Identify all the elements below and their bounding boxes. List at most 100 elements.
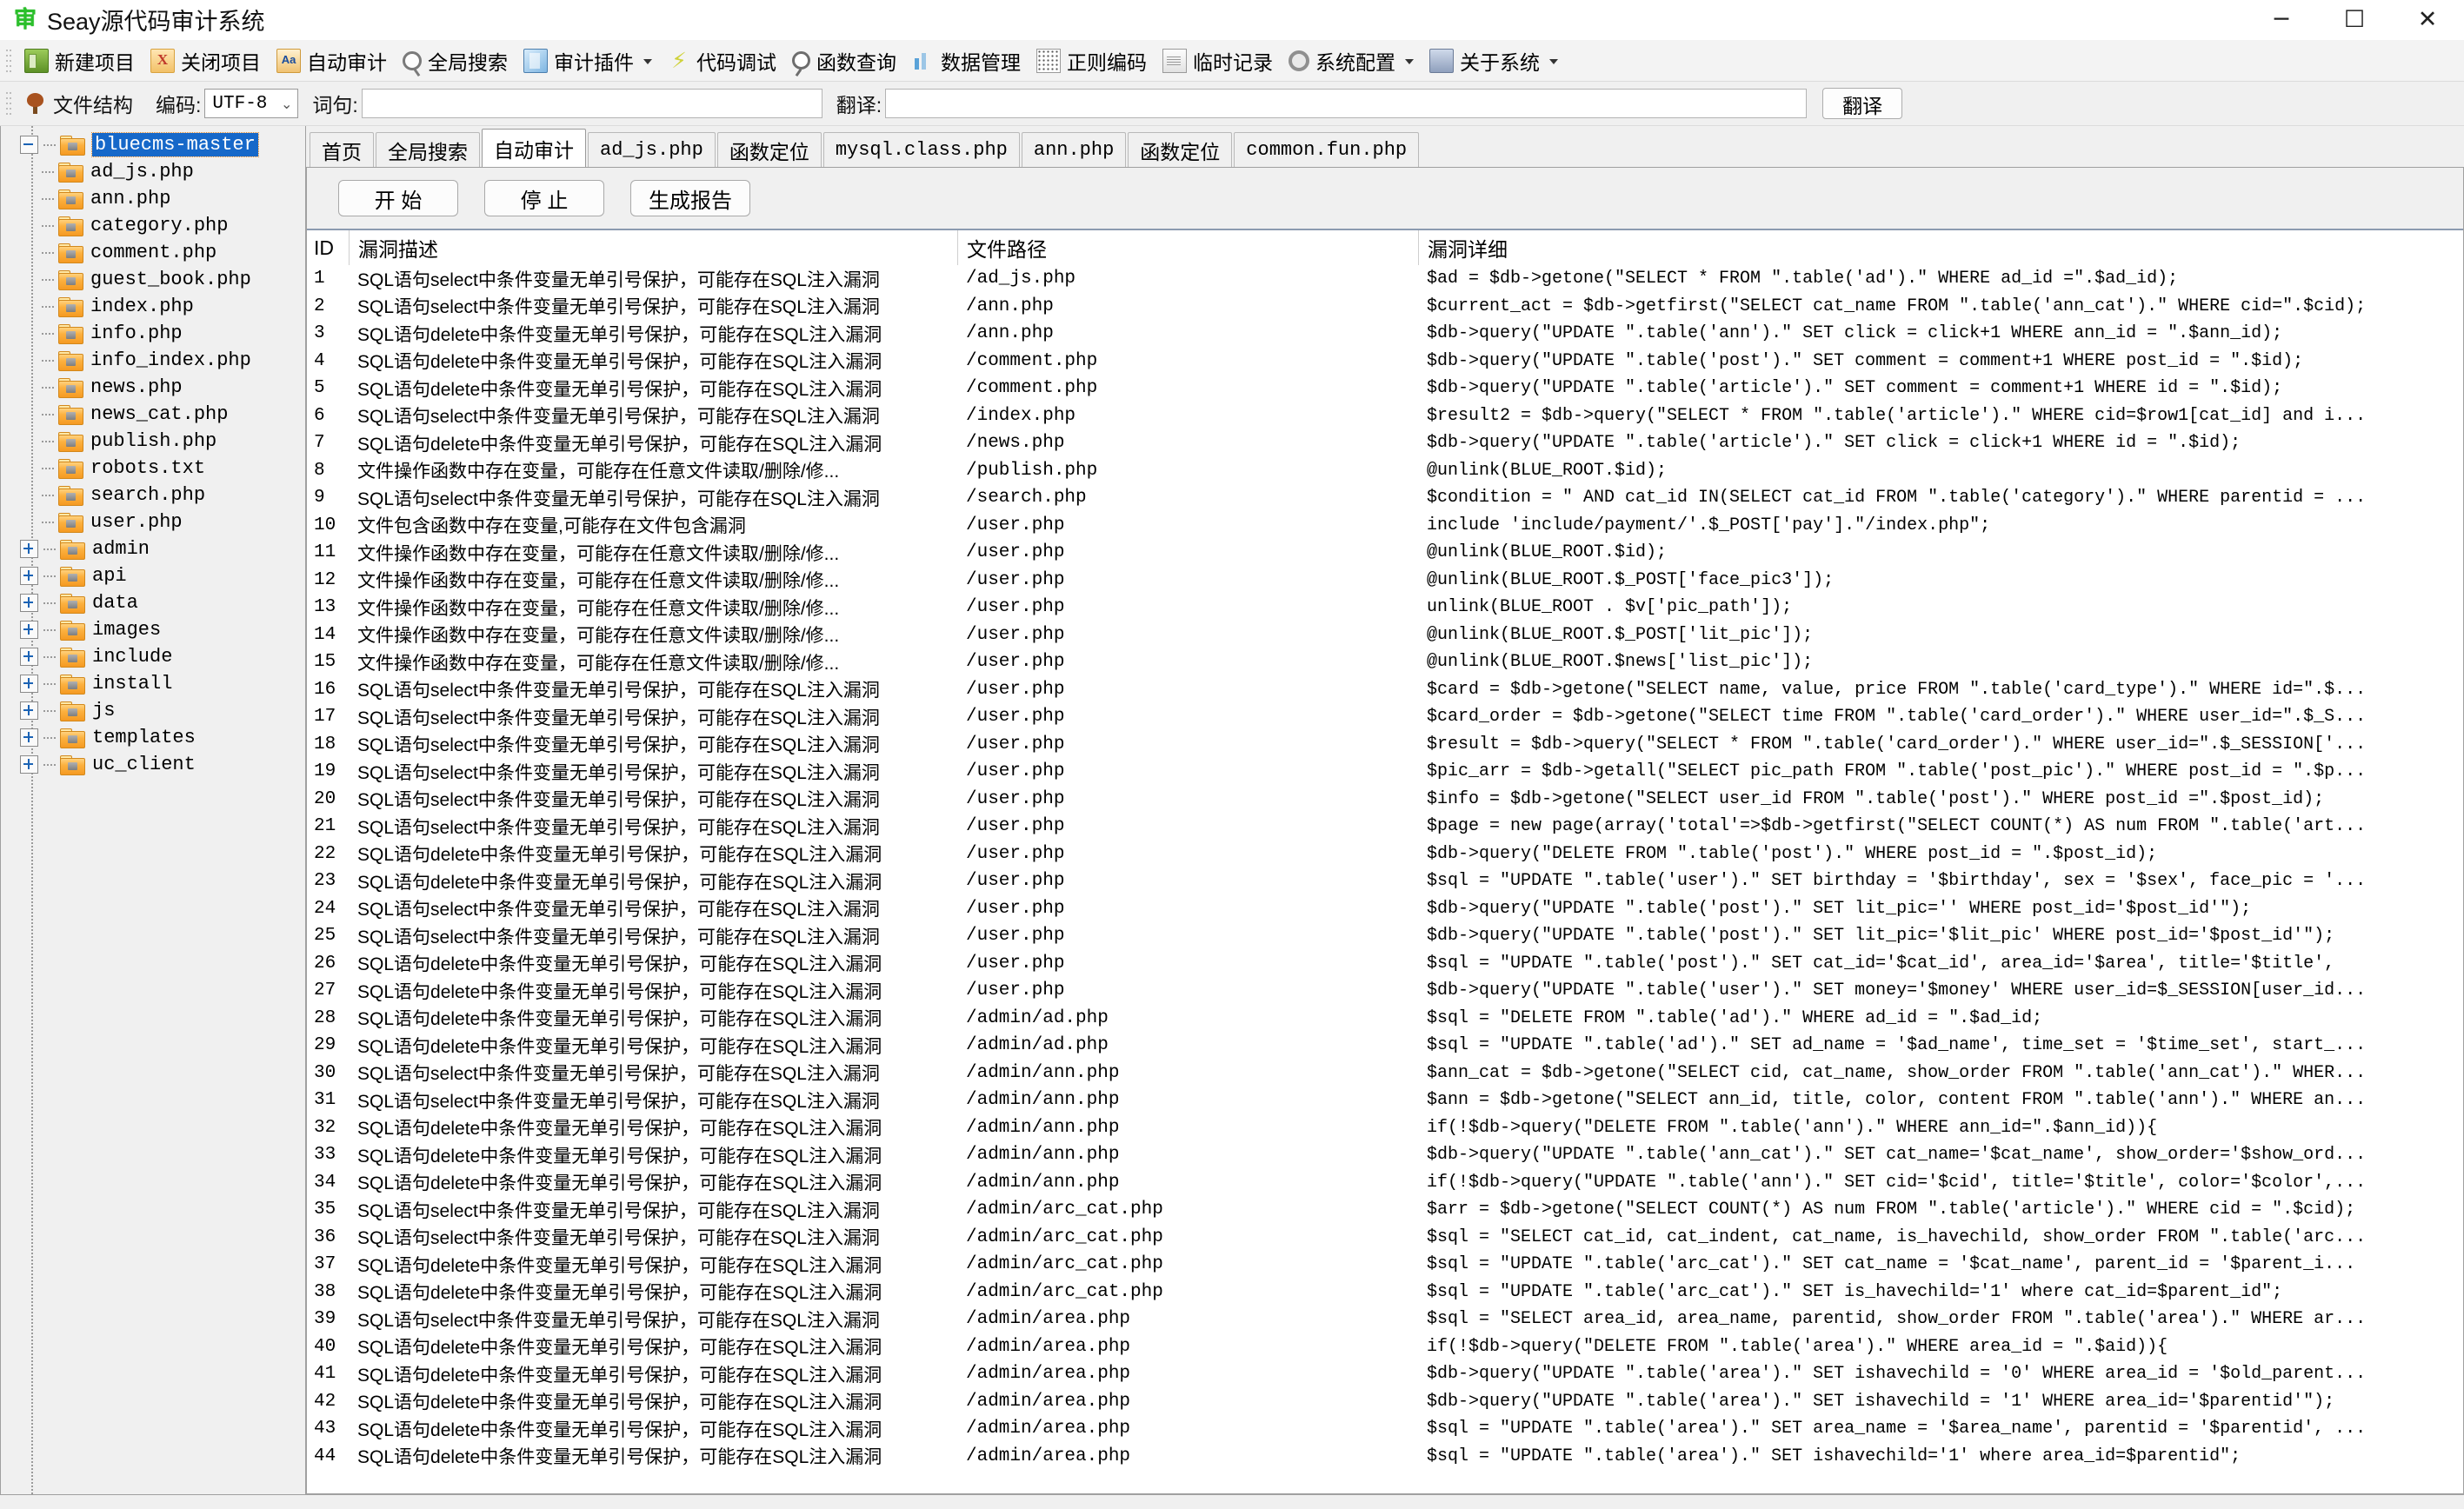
- table-row[interactable]: 2 SQL语句select中条件变量无单引号保护，可能存在SQL注入漏洞/ann.…: [307, 293, 2463, 321]
- tree-item[interactable]: user.php: [1, 509, 305, 535]
- table-row[interactable]: 36 SQL语句select中条件变量无单引号保护，可能存在SQL注入漏洞/adm…: [307, 1224, 2463, 1252]
- tree-item[interactable]: publish.php: [1, 428, 305, 455]
- tree-item[interactable]: info_index.php: [1, 347, 305, 374]
- tree-item[interactable]: data: [1, 589, 305, 616]
- table-row[interactable]: 27 SQL语句delete中条件变量无单引号保护，可能存在SQL注入漏洞/use…: [307, 977, 2463, 1005]
- table-row[interactable]: 42 SQL语句delete中条件变量无单引号保护，可能存在SQL注入漏洞/adm…: [307, 1388, 2463, 1416]
- close-button[interactable]: ✕: [2391, 0, 2464, 39]
- tree-toggle-expand-icon[interactable]: [20, 701, 38, 720]
- tree-item[interactable]: include: [1, 643, 305, 670]
- tree-toggle-expand-icon[interactable]: [20, 594, 38, 612]
- translate-input[interactable]: [885, 89, 1808, 118]
- toolbar-temp-note[interactable]: 临时记录: [1155, 43, 1281, 78]
- tree-item[interactable]: ad_js.php: [1, 158, 305, 185]
- column-header-desc[interactable]: 漏洞描述: [349, 230, 957, 265]
- tree-item[interactable]: uc_client: [1, 751, 305, 778]
- table-row[interactable]: 8 文件操作函数中存在变量，可能存在任意文件读取/删除/修... /publish.…: [307, 457, 2463, 485]
- toolbar-about-system[interactable]: 关于系统: [1422, 43, 1566, 78]
- table-row[interactable]: 33 SQL语句delete中条件变量无单引号保护，可能存在SQL注入漏洞/adm…: [307, 1141, 2463, 1169]
- subbar-drag-handle[interactable]: [5, 90, 13, 116]
- table-row[interactable]: 20 SQL语句select中条件变量无单引号保护，可能存在SQL注入漏洞/use…: [307, 786, 2463, 814]
- table-row[interactable]: 26 SQL语句delete中条件变量无单引号保护，可能存在SQL注入漏洞/use…: [307, 950, 2463, 978]
- tab-common.fun.php[interactable]: common.fun.php: [1234, 132, 1420, 167]
- table-row[interactable]: 13 文件操作函数中存在变量，可能存在任意文件读取/删除/修... /user.ph…: [307, 594, 2463, 622]
- translate-button[interactable]: 翻译: [1822, 88, 1903, 119]
- tree-item[interactable]: news.php: [1, 374, 305, 401]
- table-row[interactable]: 34 SQL语句delete中条件变量无单引号保护，可能存在SQL注入漏洞/adm…: [307, 1169, 2463, 1197]
- tree-toggle-expand-icon[interactable]: [20, 728, 38, 747]
- tree-item[interactable]: install: [1, 670, 305, 697]
- toolbar-audit-plugin[interactable]: 审计插件: [516, 43, 660, 78]
- table-row[interactable]: 6 SQL语句select中条件变量无单引号保护，可能存在SQL注入漏洞/inde…: [307, 402, 2463, 430]
- maximize-button[interactable]: ☐: [2318, 0, 2391, 39]
- tree-item[interactable]: category.php: [1, 212, 305, 239]
- table-row[interactable]: 7 SQL语句delete中条件变量无单引号保护，可能存在SQL注入漏洞/news…: [307, 429, 2463, 457]
- tab-ann.php[interactable]: ann.php: [1021, 132, 1127, 167]
- tree-item[interactable]: robots.txt: [1, 455, 305, 482]
- table-row[interactable]: 21 SQL语句select中条件变量无单引号保护，可能存在SQL注入漏洞/use…: [307, 813, 2463, 841]
- toolbar-drag-handle[interactable]: [5, 47, 13, 74]
- table-row[interactable]: 4 SQL语句delete中条件变量无单引号保护，可能存在SQL注入漏洞/comm…: [307, 348, 2463, 376]
- tree-item[interactable]: ann.php: [1, 185, 305, 212]
- tree-item[interactable]: templates: [1, 724, 305, 751]
- tree-item[interactable]: search.php: [1, 482, 305, 509]
- table-row[interactable]: 29 SQL语句delete中条件变量无单引号保护，可能存在SQL注入漏洞/adm…: [307, 1032, 2463, 1060]
- table-row[interactable]: 37 SQL语句delete中条件变量无单引号保护，可能存在SQL注入漏洞/adm…: [307, 1251, 2463, 1279]
- encoding-select[interactable]: UTF-8 ⌄: [204, 89, 299, 118]
- tab-ad_js.php[interactable]: ad_js.php: [588, 132, 716, 167]
- start-button[interactable]: 开 始: [338, 180, 458, 216]
- table-row[interactable]: 43 SQL语句delete中条件变量无单引号保护，可能存在SQL注入漏洞/adm…: [307, 1415, 2463, 1443]
- chevron-down-icon[interactable]: [643, 59, 652, 64]
- table-row[interactable]: 22 SQL语句delete中条件变量无单引号保护，可能存在SQL注入漏洞/use…: [307, 841, 2463, 868]
- file-structure-button[interactable]: 文件结构: [17, 86, 142, 121]
- tree-item[interactable]: api: [1, 562, 305, 589]
- tree-toggle-expand-icon[interactable]: [20, 648, 38, 666]
- table-row[interactable]: 10 文件包含函数中存在变量,可能存在文件包含漏洞/user.php include…: [307, 512, 2463, 540]
- tree-item[interactable]: js: [1, 697, 305, 724]
- tree-item[interactable]: info.php: [1, 320, 305, 347]
- table-row[interactable]: 30 SQL语句select中条件变量无单引号保护，可能存在SQL注入漏洞/adm…: [307, 1060, 2463, 1087]
- tree-item-root[interactable]: bluecms-master: [1, 131, 305, 158]
- chevron-down-icon-config[interactable]: [1405, 59, 1414, 64]
- toolbar-data-management[interactable]: 数据管理: [904, 43, 1029, 78]
- tree-toggle-expand-icon[interactable]: [20, 755, 38, 774]
- table-row[interactable]: 16 SQL语句select中条件变量无单引号保护，可能存在SQL注入漏洞/use…: [307, 676, 2463, 704]
- toolbar-regex-encoding[interactable]: 正则编码: [1029, 43, 1155, 78]
- tab-函数定位[interactable]: 函数定位: [1128, 132, 1233, 167]
- toolbar-code-debug[interactable]: ⚡ 代码调试: [660, 43, 784, 78]
- tree-item[interactable]: comment.php: [1, 239, 305, 266]
- table-row[interactable]: 15 文件操作函数中存在变量，可能存在任意文件读取/删除/修... /user.ph…: [307, 648, 2463, 676]
- table-row[interactable]: 25 SQL语句select中条件变量无单引号保护，可能存在SQL注入漏洞/use…: [307, 922, 2463, 950]
- table-row[interactable]: 35 SQL语句select中条件变量无单引号保护，可能存在SQL注入漏洞/adm…: [307, 1196, 2463, 1224]
- tree-toggle-expand-icon[interactable]: [20, 675, 38, 693]
- tree-toggle-expand-icon[interactable]: [20, 567, 38, 585]
- minimize-button[interactable]: ─: [2245, 0, 2318, 39]
- toolbar-function-query[interactable]: 函数查询: [784, 43, 904, 78]
- table-row[interactable]: 9 SQL语句select中条件变量无单引号保护，可能存在SQL注入漏洞/sear…: [307, 484, 2463, 512]
- table-row[interactable]: 18 SQL语句select中条件变量无单引号保护，可能存在SQL注入漏洞/use…: [307, 731, 2463, 759]
- table-row[interactable]: 12 文件操作函数中存在变量，可能存在任意文件读取/删除/修... /user.ph…: [307, 567, 2463, 595]
- tree-item[interactable]: index.php: [1, 293, 305, 320]
- column-header-path[interactable]: 文件路径: [957, 230, 1418, 265]
- table-row[interactable]: 1 SQL语句select中条件变量无单引号保护，可能存在SQL注入漏洞/ad_j…: [307, 265, 2463, 293]
- tree-toggle-expand-icon[interactable]: [20, 540, 38, 558]
- file-tree-panel[interactable]: bluecms-master ad_js.php ann.php category.…: [0, 126, 306, 1495]
- tab-函数定位[interactable]: 函数定位: [716, 132, 822, 167]
- column-header-detail[interactable]: 漏洞详细: [1418, 230, 2463, 265]
- tab-自动审计[interactable]: 自动审计: [482, 129, 586, 167]
- column-header-id[interactable]: ID: [307, 230, 349, 265]
- table-row[interactable]: 32 SQL语句delete中条件变量无单引号保护，可能存在SQL注入漏洞/adm…: [307, 1114, 2463, 1142]
- table-row[interactable]: 23 SQL语句delete中条件变量无单引号保护，可能存在SQL注入漏洞/use…: [307, 868, 2463, 895]
- table-row[interactable]: 41 SQL语句delete中条件变量无单引号保护，可能存在SQL注入漏洞/adm…: [307, 1360, 2463, 1388]
- table-row[interactable]: 24 SQL语句select中条件变量无单引号保护，可能存在SQL注入漏洞/use…: [307, 895, 2463, 923]
- table-row[interactable]: 31 SQL语句select中条件变量无单引号保护，可能存在SQL注入漏洞/adm…: [307, 1087, 2463, 1114]
- table-row[interactable]: 11 文件操作函数中存在变量，可能存在任意文件读取/删除/修... /user.ph…: [307, 539, 2463, 567]
- tree-item[interactable]: news_cat.php: [1, 401, 305, 428]
- chevron-down-icon-about[interactable]: [1549, 59, 1558, 64]
- table-row[interactable]: 3 SQL语句delete中条件变量无单引号保护，可能存在SQL注入漏洞/ann.…: [307, 320, 2463, 348]
- tree-toggle-collapse-icon[interactable]: [20, 136, 38, 154]
- tab-mysql.class.php[interactable]: mysql.class.php: [822, 132, 1020, 167]
- tree-item[interactable]: images: [1, 616, 305, 643]
- tree-item[interactable]: admin: [1, 535, 305, 562]
- table-row[interactable]: 28 SQL语句delete中条件变量无单引号保护，可能存在SQL注入漏洞/adm…: [307, 1005, 2463, 1033]
